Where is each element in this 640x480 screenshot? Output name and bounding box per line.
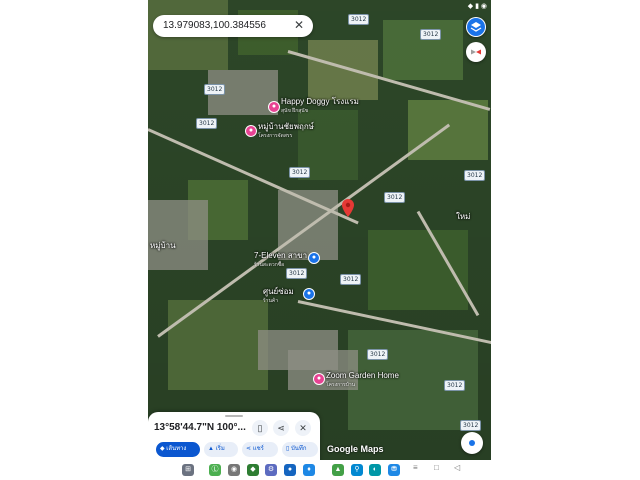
area-label: หมู่บ้าน: [150, 241, 176, 250]
directions-button[interactable]: ◆ เส้นทาง: [156, 442, 200, 457]
poi-sublabel: ร้านสะดวกซื้อ: [254, 262, 285, 268]
start-button[interactable]: ▲ เริ่ม: [204, 442, 238, 457]
back-button[interactable]: ◁: [454, 463, 460, 472]
recents-button[interactable]: ≡: [413, 463, 418, 472]
status-icons: ◆ ▮ ◉: [467, 3, 487, 10]
poi-pin-icon[interactable]: ●: [303, 288, 315, 300]
road-shield: 3012: [340, 274, 362, 285]
compass-button[interactable]: [466, 42, 486, 62]
app-icon[interactable]: ●: [284, 464, 296, 476]
line-app-icon[interactable]: Ⓛ: [209, 464, 221, 476]
share-icon[interactable]: ⋖: [273, 420, 289, 436]
app-icon[interactable]: ⚲: [351, 464, 363, 476]
share-label: แชร์: [252, 446, 264, 452]
my-location-icon: [469, 440, 475, 446]
google-maps-logo: Google Maps: [327, 444, 384, 454]
layers-button[interactable]: [466, 17, 486, 37]
maps-app-icon[interactable]: ▲: [332, 464, 344, 476]
road-shield: 3012: [204, 84, 226, 95]
app-icon[interactable]: ◐: [369, 464, 381, 476]
poi-label[interactable]: Zoom Garden Home: [326, 371, 399, 380]
app-icon[interactable]: ◆: [247, 464, 259, 476]
save-label: บันทึก: [290, 446, 307, 452]
coordinates-title: 13°58'44.7"N 100°...: [154, 422, 246, 433]
place-bottom-sheet[interactable]: 13°58'44.7"N 100°... ▯ ⋖ ✕ ◆ เส้นทาง ▲ เ…: [148, 412, 320, 460]
road-shield: 3012: [420, 29, 442, 40]
road-shield: 3012: [367, 349, 389, 360]
poi-pin-icon[interactable]: ●: [245, 125, 257, 137]
poi-sublabel: ร้านค้า: [263, 298, 279, 304]
satellite-map[interactable]: 3012 3012 3012 3012 3012 3012 3012 3012 …: [148, 0, 491, 460]
share-button[interactable]: ⋖ แชร์: [242, 442, 278, 457]
built-up-area: [148, 200, 208, 270]
poi-sublabel: โครงการจัดสรร: [258, 133, 293, 139]
field: [408, 100, 488, 160]
my-location-button[interactable]: [461, 432, 483, 454]
poi-sublabel: โครงการบ้าน: [326, 382, 356, 388]
start-label: เริ่ม: [215, 446, 225, 452]
phone-screen: 3012 3012 3012 3012 3012 3012 3012 3012 …: [148, 0, 491, 480]
poi-label[interactable]: หมู่บ้านชัยพฤกษ์: [258, 122, 314, 131]
road-shield: 3012: [196, 118, 218, 129]
field: [168, 300, 268, 390]
compass-icon: [471, 49, 481, 55]
poi-pin-icon[interactable]: ●: [268, 101, 280, 113]
bookmark-icon[interactable]: ▯: [252, 420, 268, 436]
poi-label[interactable]: ศูนย์ซ่อม: [263, 287, 294, 296]
app-drawer-icon[interactable]: ⊞: [182, 464, 194, 476]
home-button[interactable]: □: [434, 463, 439, 472]
area-label: ใหม่: [456, 212, 471, 221]
road-shield: 3012: [460, 420, 482, 431]
close-icon[interactable]: ✕: [294, 18, 304, 32]
poi-pin-icon[interactable]: ●: [313, 373, 325, 385]
road-shield: 3012: [286, 268, 308, 279]
road-shield: 3012: [384, 192, 406, 203]
sheet-drag-handle[interactable]: [225, 415, 243, 417]
save-button[interactable]: ▯ บันทึก: [282, 442, 318, 457]
poi-label[interactable]: 7-Eleven สาขา: [254, 251, 307, 260]
road-shield: 3012: [348, 14, 370, 25]
field: [308, 40, 378, 100]
app-icon[interactable]: ♦: [303, 464, 315, 476]
road-shield: 3012: [289, 167, 311, 178]
road-shield: 3012: [444, 380, 466, 391]
layers-icon: [467, 18, 485, 36]
camera-app-icon[interactable]: ◉: [228, 464, 240, 476]
location-pin-icon[interactable]: [342, 199, 354, 217]
poi-label[interactable]: Happy Doggy โรงแรม: [281, 97, 359, 106]
search-bar[interactable]: 13.979083,100.384556 ✕: [153, 15, 313, 37]
settings-app-icon[interactable]: ⚙: [265, 464, 277, 476]
poi-pin-icon[interactable]: ●: [308, 252, 320, 264]
poi-sublabel: สุนัข ฝึกสุนัข: [281, 108, 309, 114]
system-nav-bar: ⊞ Ⓛ ◉ ◆ ⚙ ● ♦ ▲ ⚲ ◐ ⛃ ≡ □ ◁: [148, 460, 491, 480]
close-icon[interactable]: ✕: [295, 420, 311, 436]
app-icon[interactable]: ⛃: [388, 464, 400, 476]
navigate-icon: ▲: [208, 446, 216, 452]
road-shield: 3012: [464, 170, 486, 181]
search-query[interactable]: 13.979083,100.384556: [163, 20, 266, 31]
directions-label: เส้นทาง: [166, 446, 187, 452]
share-icon: ⋖: [246, 446, 253, 452]
